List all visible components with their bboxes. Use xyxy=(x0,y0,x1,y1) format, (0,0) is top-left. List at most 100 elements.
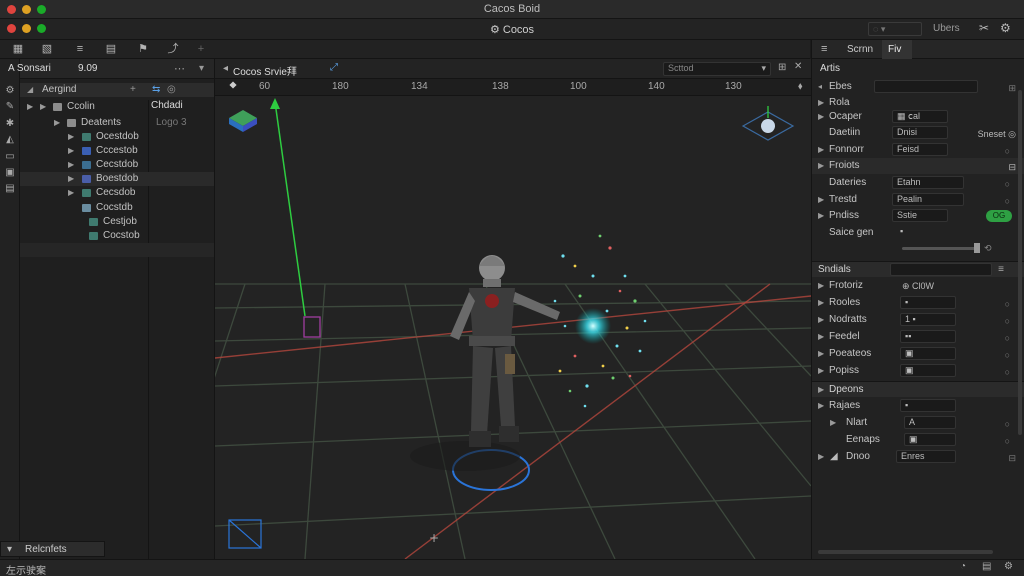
inspector-section[interactable]: Sndials ≡ xyxy=(812,261,1024,277)
gear-icon[interactable]: ⚙ xyxy=(4,85,16,97)
expand-arrow-icon[interactable]: ◢ xyxy=(27,83,35,97)
hierarchy-collapse-icon[interactable]: ▾ xyxy=(199,63,204,74)
property-field[interactable]: A xyxy=(904,416,956,429)
box-icon[interactable]: ▤ xyxy=(4,183,16,195)
slider-thumb[interactable] xyxy=(974,243,980,253)
property-field[interactable]: Sstie xyxy=(892,209,948,222)
section-field[interactable] xyxy=(890,263,992,276)
inspector-row[interactable]: ▶ Pndiss Sstie OG xyxy=(812,208,1024,224)
property-field[interactable]: ▪ xyxy=(900,296,956,309)
close-icon[interactable]: ✕ xyxy=(794,61,802,72)
expand-arrow-icon[interactable]: ▶ xyxy=(68,144,76,158)
share-icon[interactable]: ⤴ xyxy=(166,43,180,56)
link-icon[interactable]: ⇆ xyxy=(152,83,160,97)
user-label[interactable]: Ubers xyxy=(933,23,960,34)
tree-row[interactable]: ▶ ▶ Ccolin xyxy=(20,100,214,114)
doc-icon[interactable]: ▤ xyxy=(104,43,118,56)
add-node-icon[interactable]: + xyxy=(130,83,136,97)
pen-icon[interactable]: ✎ xyxy=(4,101,16,113)
layout-select[interactable]: ◌ ▾ xyxy=(868,22,922,36)
property-field[interactable]: 1 ▪ xyxy=(900,313,956,326)
property-field[interactable]: Feisd xyxy=(892,143,948,156)
expand-arrow-icon[interactable]: ▶ xyxy=(68,186,76,200)
inspector-row[interactable]: Saice gen ▪ xyxy=(812,225,1024,241)
toggle-switch[interactable]: OG xyxy=(986,210,1012,222)
settings-icon[interactable]: ✱ xyxy=(4,118,16,130)
property-field[interactable]: ▣ xyxy=(904,433,956,446)
property-field[interactable]: ▣ xyxy=(900,364,956,377)
tree-row-selected[interactable]: ▶ Boestdob xyxy=(20,172,214,186)
menu-icon[interactable]: ≡ xyxy=(821,43,827,55)
inspector-row[interactable]: ▶ Rooles ▪ ○ xyxy=(812,295,1024,311)
scene-search-input[interactable]: Scttod ▾ xyxy=(663,62,771,76)
expand-arrow-icon[interactable]: ▶ xyxy=(40,100,48,114)
inspector-row[interactable]: Daetiin Dnisi Sneset ◎ xyxy=(812,125,1024,141)
inspector-row[interactable]: ▶ Popiss ▣ ○ xyxy=(812,363,1024,379)
tree-row[interactable]: ▶ Deatents xyxy=(20,116,214,130)
expand-arrow-icon[interactable]: ▶ xyxy=(68,130,76,144)
tree-row[interactable]: ▶ Ocestdob xyxy=(20,130,214,144)
property-field[interactable]: Dnisi xyxy=(892,126,948,139)
horizontal-scrollbar[interactable] xyxy=(818,550,993,554)
tree-row[interactable]: ▶ Cecsdob xyxy=(20,186,214,200)
inspector-row[interactable]: ▶ Poeateos ▣ ○ xyxy=(812,346,1024,362)
triangle-icon[interactable]: ◭ xyxy=(4,134,16,146)
settings-gear-icon[interactable]: ⚙ xyxy=(1000,21,1011,35)
list-icon[interactable]: ≡ xyxy=(73,43,87,56)
inspector-row[interactable]: ▶ Feedel ▪▪ ○ xyxy=(812,329,1024,345)
property-field[interactable]: ▣ xyxy=(900,347,956,360)
tree-row[interactable]: Cestjob xyxy=(20,215,214,229)
property-field[interactable]: ▪▪ xyxy=(900,330,956,343)
property-field[interactable]: ▦ ⅽal xyxy=(892,110,948,123)
refresh-icon[interactable]: ⟲ xyxy=(984,243,992,254)
footer-tab[interactable]: ▾ Relcnfets xyxy=(0,541,105,557)
tree-row[interactable]: Cocstdb xyxy=(20,201,214,215)
property-field[interactable]: ▪ xyxy=(896,226,926,239)
inspector-row[interactable]: ▶ Rajaes ▪ xyxy=(812,398,1024,414)
window-icon[interactable]: ▣ xyxy=(4,167,16,179)
tools-icon[interactable]: ✂ xyxy=(979,21,989,35)
inspector-section[interactable]: ▶ Dpeons xyxy=(812,381,1024,397)
hierarchy-root-row[interactable]: ◢ Aergind + ⇆ ◎ xyxy=(20,83,214,97)
section-menu-icon[interactable]: ≡ xyxy=(998,262,1004,278)
image-icon[interactable]: ▧ xyxy=(40,43,54,56)
inspector-row[interactable]: ▶ Ocaper ▦ ⅽal xyxy=(812,109,1024,125)
back-icon[interactable]: ◂ xyxy=(223,63,228,74)
property-field[interactable]: Pealin xyxy=(892,193,964,206)
file-icon[interactable]: ▦ xyxy=(11,43,25,56)
property-field[interactable]: Etahn xyxy=(892,176,964,189)
inspector-row[interactable]: Dateries Etahn ○ xyxy=(812,175,1024,191)
inspector-row[interactable]: ▶ Froiots ⊟ xyxy=(812,158,1024,174)
inspector-row[interactable]: ▶ Nodratts 1 ▪ ○ xyxy=(812,312,1024,328)
hierarchy-options-icon[interactable]: ⋯ xyxy=(174,62,185,75)
inspector-row[interactable]: ◂ Ebes ⊞ xyxy=(812,79,1024,95)
viewport-canvas[interactable]: + xyxy=(215,96,811,559)
flag-icon[interactable]: ⚑ xyxy=(136,43,150,56)
expand-arrow-icon[interactable]: ▶ xyxy=(54,116,62,130)
inspector-row[interactable]: ▶ Trestd Pealin ○ xyxy=(812,192,1024,208)
expand-arrow-icon[interactable]: ▶ xyxy=(68,158,76,172)
inspector-row[interactable]: ▶ Nlart A ○ xyxy=(812,415,1024,431)
tab-scene[interactable]: Scrnn xyxy=(847,44,873,55)
property-field[interactable] xyxy=(874,80,978,93)
notification-icon[interactable]: ◔ xyxy=(960,561,966,572)
inspector-row[interactable]: ▶ Frotoriz ⊕ Cl0W xyxy=(812,278,1024,294)
vertical-scrollbar[interactable] xyxy=(1018,90,1022,435)
inspector-row[interactable]: Eenaps ▣ ○ xyxy=(812,432,1024,448)
scene-view[interactable]: ◂ Cocos Srvie拜 ⤢ Scttod ▾ ⊞ ✕ ⯁ 60 180 1… xyxy=(215,59,811,559)
slider-track[interactable] xyxy=(902,247,978,250)
expand-arrow-icon[interactable]: ▶ xyxy=(68,172,76,186)
move-tool-icon[interactable]: ⤢ xyxy=(330,62,338,73)
tab-file[interactable]: Fiv xyxy=(882,40,912,59)
inspector-row[interactable]: ▶ Fonnorr Feisd ○ xyxy=(812,142,1024,158)
expand-arrow-icon[interactable]: ▶ xyxy=(27,100,35,114)
tree-row[interactable]: ▶ Cccestob xyxy=(20,144,214,158)
property-field[interactable]: ▪ xyxy=(900,399,956,412)
square-icon[interactable]: ▭ xyxy=(4,151,16,163)
settings-icon[interactable]: ⚙ xyxy=(1004,561,1013,572)
inspector-row[interactable]: ▶ ◢ Dnoo Enres ⊟ xyxy=(812,449,1024,465)
property-field[interactable]: Enres xyxy=(896,450,956,463)
document-icon[interactable]: ▤ xyxy=(982,561,991,572)
camera-icon[interactable]: ⊞ xyxy=(778,62,786,73)
ruler-play-icon[interactable]: ⯁ xyxy=(229,81,237,92)
